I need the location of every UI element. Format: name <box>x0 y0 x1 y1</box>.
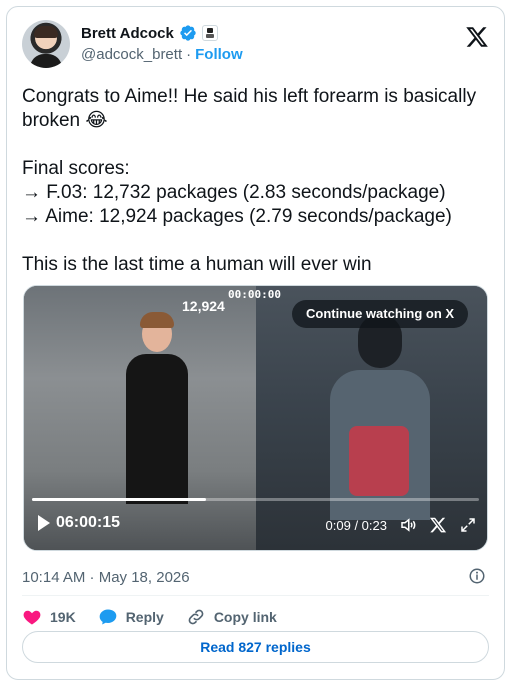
continue-watching-button[interactable]: Continue watching on X <box>292 300 469 328</box>
x-logo-icon[interactable] <box>465 25 489 49</box>
link-icon <box>188 609 204 625</box>
avatar[interactable] <box>22 20 70 68</box>
video-progress-fill <box>32 498 207 501</box>
play-icon[interactable] <box>38 515 50 531</box>
reply-label: Reply <box>125 609 164 625</box>
package-figure <box>349 426 409 496</box>
tweet-header: Brett Adcock @adcock_brett · Follow <box>22 20 489 70</box>
like-count: 19K <box>50 609 76 625</box>
copy-link-label: Copy link <box>213 609 277 625</box>
author-handle-row: @adcock_brett · Follow <box>81 46 243 63</box>
x-logo-video-icon[interactable] <box>429 516 447 534</box>
like-button[interactable]: 19K <box>22 607 76 627</box>
author-handle[interactable]: @adcock_brett <box>81 46 182 63</box>
author-name-row: Brett Adcock <box>81 24 218 42</box>
author-display-name[interactable]: Brett Adcock <box>81 25 174 42</box>
info-icon[interactable] <box>468 567 486 585</box>
affiliate-badge-icon[interactable] <box>201 25 218 41</box>
video-controls: 0:09 / 0:23 <box>326 516 477 534</box>
fullscreen-icon[interactable] <box>459 516 477 534</box>
heart-icon <box>23 610 41 625</box>
human-worker-figure <box>122 312 192 506</box>
copy-link-button[interactable]: Copy link <box>186 607 277 627</box>
video-time-display: 0:09 / 0:23 <box>325 517 387 533</box>
video-left-panel <box>24 286 256 550</box>
verified-badge-icon <box>180 25 196 41</box>
divider <box>22 595 489 596</box>
handle-separator: · <box>186 46 192 63</box>
read-replies-button[interactable]: Read 827 replies <box>22 631 489 663</box>
reply-button[interactable]: Reply <box>98 607 164 627</box>
video-progress-bar[interactable] <box>32 498 479 501</box>
overlay-timer: 00:00:00 <box>228 288 281 301</box>
tweet-timestamp[interactable]: 10:14 AM · May 18, 2026 <box>22 569 190 586</box>
video-elapsed-overlay: 06:00:15 <box>38 514 120 532</box>
tweet-text: Congrats to Aime!! He said his left fore… <box>22 86 477 275</box>
reply-bubble-icon <box>99 609 117 625</box>
follow-button[interactable]: Follow <box>195 46 243 63</box>
volume-icon[interactable] <box>399 516 417 534</box>
tweet-actions: 19K Reply Copy link <box>22 603 277 631</box>
elapsed-overlay-text: 06:00:15 <box>56 514 121 531</box>
video-score-overlay: 00:00:00 12,924 <box>174 288 290 318</box>
video-player[interactable]: 00:00:00 12,924 Continue watching on X 0… <box>23 285 488 551</box>
overlay-count: 12,924 <box>182 298 225 314</box>
tweet-card: Brett Adcock @adcock_brett · Follow Cong… <box>6 6 505 680</box>
